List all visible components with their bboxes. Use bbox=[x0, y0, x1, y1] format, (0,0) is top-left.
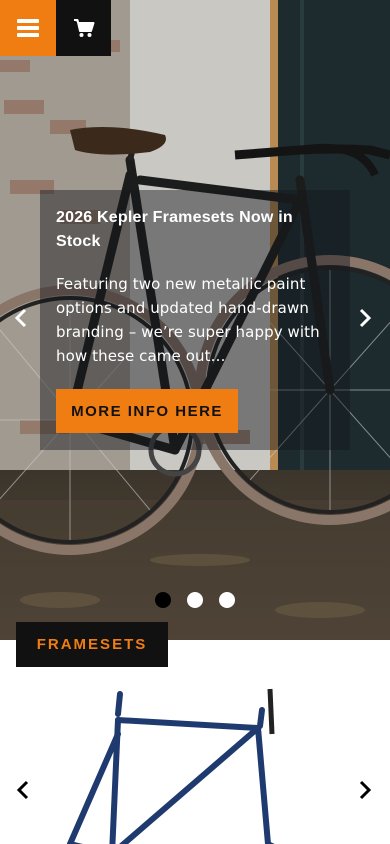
chevron-right-icon bbox=[359, 308, 372, 328]
cart-icon bbox=[73, 19, 94, 37]
menu-button[interactable] bbox=[0, 0, 56, 56]
hero-description: Featuring two new metallic paint options… bbox=[56, 275, 320, 365]
carousel-dot[interactable] bbox=[219, 592, 235, 608]
products-prev-arrow[interactable] bbox=[16, 780, 30, 806]
chevron-left-icon bbox=[16, 780, 29, 800]
chevron-right-icon bbox=[359, 780, 372, 800]
hero-next-arrow[interactable] bbox=[358, 308, 372, 333]
frameset-product-image[interactable] bbox=[40, 684, 340, 844]
hero-prev-arrow[interactable] bbox=[14, 308, 28, 333]
products-next-arrow[interactable] bbox=[358, 780, 372, 806]
cart-button[interactable] bbox=[56, 0, 111, 56]
carousel-dot[interactable] bbox=[187, 592, 203, 608]
hero-caption: 2026 Kepler Framesets Now in Stock Featu… bbox=[40, 190, 350, 450]
hero-title: 2026 Kepler Framesets Now in Stock bbox=[56, 209, 293, 250]
chevron-left-icon bbox=[14, 308, 27, 328]
carousel-dots bbox=[155, 592, 235, 608]
top-nav bbox=[0, 0, 111, 56]
framesets-carousel bbox=[0, 640, 390, 844]
hero-carousel: 2026 Kepler Framesets Now in Stock Featu… bbox=[0, 0, 390, 640]
hamburger-icon bbox=[17, 19, 39, 37]
carousel-dot[interactable] bbox=[155, 592, 171, 608]
more-info-button[interactable]: MORE INFO HERE bbox=[56, 389, 238, 433]
section-label-framesets: FRAMESETS bbox=[16, 622, 168, 667]
